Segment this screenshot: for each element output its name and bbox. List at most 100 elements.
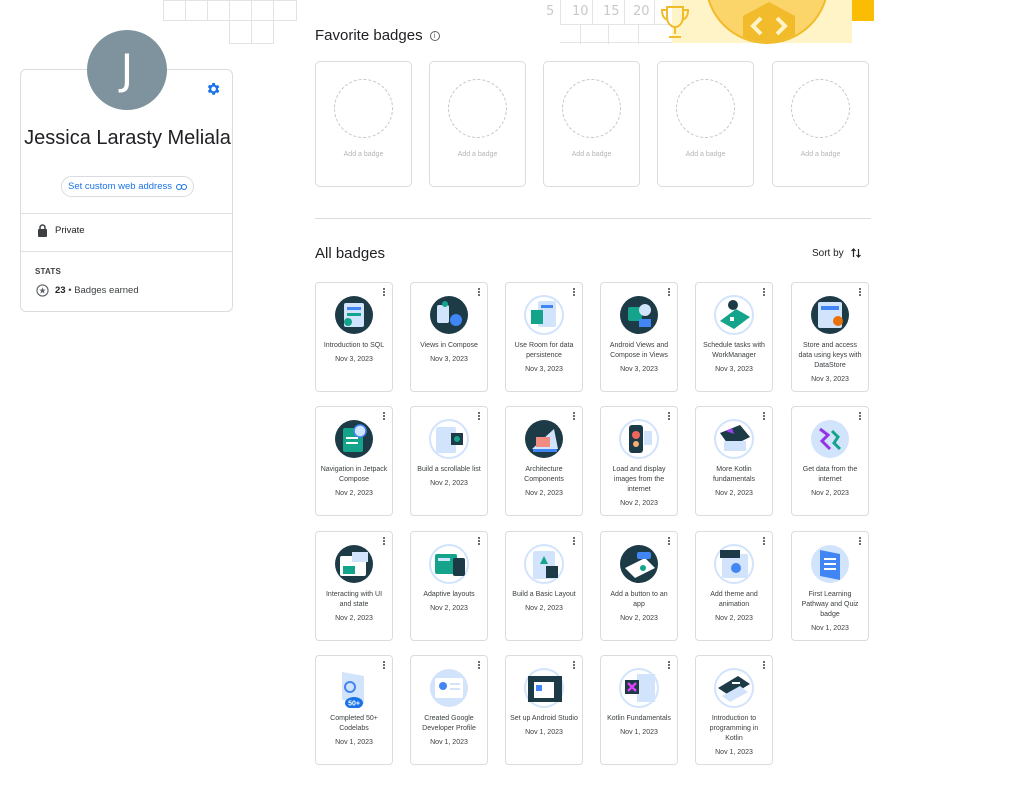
badge-date: Nov 2, 2023 <box>525 605 563 612</box>
add-badge-label: Add a badge <box>457 151 498 158</box>
more-vert-icon[interactable] <box>763 537 766 546</box>
more-vert-icon[interactable] <box>763 288 766 297</box>
stats-heading: STATS <box>35 267 62 276</box>
badge-card[interactable]: More Kotlin fundamentals Nov 2, 2023 <box>695 406 773 516</box>
more-vert-icon[interactable] <box>478 661 481 670</box>
badge-card[interactable]: Build a Basic Layout Nov 2, 2023 <box>505 531 583 641</box>
favorite-badge-slot[interactable]: Add a badge <box>657 61 754 187</box>
developer-profile-icon <box>430 669 468 707</box>
avatar[interactable]: J <box>87 30 167 110</box>
badge-date: Nov 1, 2023 <box>715 749 753 756</box>
favorite-badge-slot[interactable]: Add a badge <box>315 61 412 187</box>
favorite-badge-slot[interactable]: Add a badge <box>543 61 640 187</box>
badge-card[interactable]: Introduction to programming in Kotlin Nov… <box>695 655 773 765</box>
badge-card[interactable]: Created Google Developer Profile Nov 1, 2… <box>410 655 488 765</box>
badge-card[interactable]: First Learning Pathway and Quiz badge Nov… <box>791 531 869 641</box>
badge-date: Nov 3, 2023 <box>620 366 658 373</box>
badge-card[interactable]: Kotlin Fundamentals Nov 1, 2023 <box>600 655 678 765</box>
badge-title: Get data from the internet Nov 2, 2023 <box>796 465 864 499</box>
badge-title: Adaptive layouts Nov 2, 2023 <box>415 590 483 614</box>
badge-card[interactable]: Get data from the internet Nov 2, 2023 <box>791 406 869 516</box>
badge-title: Build a Basic Layout Nov 2, 2023 <box>510 590 578 614</box>
more-vert-icon[interactable] <box>763 412 766 421</box>
internet-data-icon <box>811 420 849 458</box>
badge-date: Nov 1, 2023 <box>335 739 373 746</box>
architecture-icon <box>525 420 563 458</box>
badge-card[interactable]: Set up Android Studio Nov 1, 2023 <box>505 655 583 765</box>
empty-badge-placeholder <box>676 79 735 138</box>
button-app-icon <box>620 545 658 583</box>
more-vert-icon[interactable] <box>478 537 481 546</box>
badge-title: First Learning Pathway and Quiz badge Nov… <box>796 590 864 634</box>
badge-card[interactable]: Add theme and animation Nov 2, 2023 <box>695 531 773 641</box>
more-vert-icon[interactable] <box>668 412 671 421</box>
badge-card[interactable]: Build a scrollable list Nov 2, 2023 <box>410 406 488 516</box>
privacy-label: Private <box>55 225 85 236</box>
header-grid-decoration <box>163 0 297 44</box>
badge-card[interactable]: Use Room for data persistence Nov 3, 2023 <box>505 282 583 392</box>
more-vert-icon[interactable] <box>859 412 862 421</box>
basic-layout-icon <box>524 544 564 584</box>
badge-card[interactable]: Views in Compose Nov 3, 2023 <box>410 282 488 392</box>
kotlin-fundamentals-icon <box>619 668 659 708</box>
more-vert-icon[interactable] <box>383 537 386 546</box>
badge-star-icon <box>36 284 49 297</box>
more-vert-icon[interactable] <box>668 661 671 670</box>
badge-title: Interacting with UI and state Nov 2, 2023 <box>320 590 388 624</box>
badge-date: Nov 2, 2023 <box>430 480 468 487</box>
badge-date: Nov 1, 2023 <box>620 729 658 736</box>
badge-date: Nov 3, 2023 <box>715 366 753 373</box>
add-badge-label: Add a badge <box>800 151 841 158</box>
badge-date: Nov 1, 2023 <box>430 739 468 746</box>
badge-card[interactable]: Add a button to an app Nov 2, 2023 <box>600 531 678 641</box>
favorite-badge-slot[interactable]: Add a badge <box>429 61 526 187</box>
badge-card[interactable]: Android Views and Compose in Views Nov 3,… <box>600 282 678 392</box>
badge-card[interactable]: Interacting with UI and state Nov 2, 2023 <box>315 531 393 641</box>
more-vert-icon[interactable] <box>573 661 576 670</box>
adaptive-layouts-icon <box>429 544 469 584</box>
more-vert-icon[interactable] <box>859 537 862 546</box>
badge-date: Nov 1, 2023 <box>811 625 849 632</box>
more-vert-icon[interactable] <box>573 288 576 297</box>
gear-icon[interactable] <box>205 81 221 97</box>
trophy-icon <box>660 6 690 38</box>
info-icon[interactable]: i <box>429 30 440 41</box>
badge-card[interactable]: Load and display images from the interne… <box>600 406 678 516</box>
sort-button[interactable]: Sort by <box>812 247 862 259</box>
more-vert-icon[interactable] <box>668 537 671 546</box>
more-vert-icon[interactable] <box>383 412 386 421</box>
empty-badge-placeholder <box>448 79 507 138</box>
badge-title: Add theme and animation Nov 2, 2023 <box>700 590 768 624</box>
empty-badge-placeholder <box>562 79 621 138</box>
badge-card[interactable]: 50+ Completed 50+ Codelabs Nov 1, 2023 <box>315 655 393 765</box>
database-icon <box>335 296 373 334</box>
more-vert-icon[interactable] <box>383 288 386 297</box>
more-vert-icon[interactable] <box>573 412 576 421</box>
badge-card[interactable]: Schedule tasks with WorkManager Nov 3, 20… <box>695 282 773 392</box>
badge-title: Schedule tasks with WorkManager Nov 3, 20… <box>700 341 768 375</box>
more-vert-icon[interactable] <box>383 661 386 670</box>
set-web-address-button[interactable]: Set custom web address <box>61 176 194 197</box>
badge-card[interactable]: Store and access data using keys with Da… <box>791 282 869 392</box>
badge-title: Introduction to SQL Nov 3, 2023 <box>320 341 388 365</box>
more-vert-icon[interactable] <box>478 412 481 421</box>
sort-arrows-icon <box>850 248 861 258</box>
room-database-icon <box>524 295 564 335</box>
badge-date: Nov 2, 2023 <box>430 605 468 612</box>
badge-title: Build a scrollable list Nov 2, 2023 <box>415 465 483 489</box>
empty-badge-placeholder <box>791 79 850 138</box>
kotlin-more-icon <box>714 419 754 459</box>
link-icon <box>176 183 188 190</box>
badge-card[interactable]: Adaptive layouts Nov 2, 2023 <box>410 531 488 641</box>
more-vert-icon[interactable] <box>573 537 576 546</box>
badge-card[interactable]: Navigation in Jetpack Compose Nov 2, 2023 <box>315 406 393 516</box>
badge-card[interactable]: Architecture Components Nov 2, 2023 <box>505 406 583 516</box>
favorite-badge-slot[interactable]: Add a badge <box>772 61 869 187</box>
ui-state-icon <box>335 545 373 583</box>
more-vert-icon[interactable] <box>763 661 766 670</box>
workmanager-icon <box>714 295 754 335</box>
more-vert-icon[interactable] <box>668 288 671 297</box>
more-vert-icon[interactable] <box>478 288 481 297</box>
badge-card[interactable]: Introduction to SQL Nov 3, 2023 <box>315 282 393 392</box>
more-vert-icon[interactable] <box>859 288 862 297</box>
